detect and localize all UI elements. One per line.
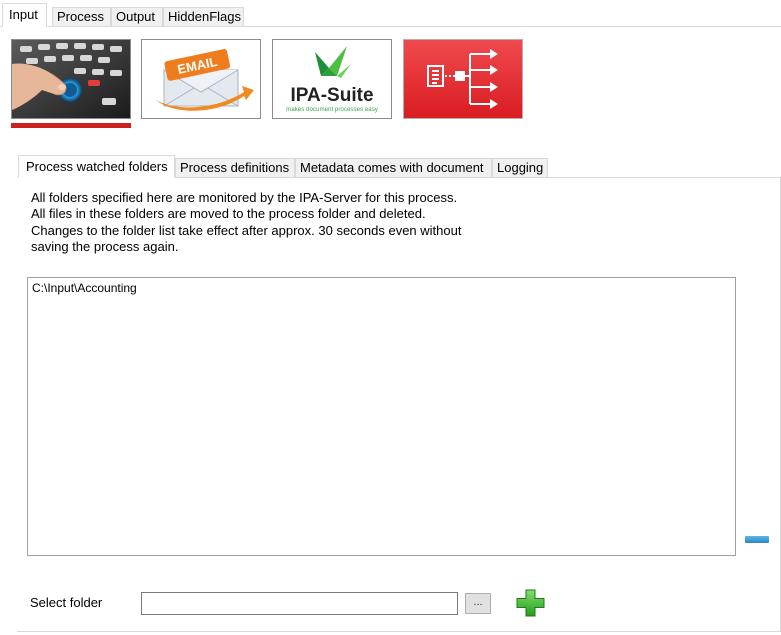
remove-folder-button[interactable] bbox=[745, 536, 769, 543]
ipa-suite-tagline: makes document processes easy bbox=[286, 106, 379, 113]
scanner-keypad-icon bbox=[12, 40, 130, 118]
tab-process-watched-folders[interactable]: Process watched folders bbox=[18, 155, 175, 178]
select-folder-label: Select folder bbox=[30, 595, 103, 610]
ipa-suite-logo-icon: IPA-Suite makes document processes easy bbox=[273, 40, 391, 118]
tab-metadata-comes-with-document[interactable]: Metadata comes with document bbox=[295, 158, 492, 178]
process-input-panel: Input Process Output HiddenFlags EMAIL I… bbox=[0, 0, 781, 635]
tab-process-definitions[interactable]: Process definitions bbox=[175, 158, 295, 178]
description-line: All files in these folders are moved to … bbox=[31, 206, 426, 222]
watched-folder-list[interactable]: C:\Input\Accounting bbox=[27, 277, 736, 556]
plus-icon bbox=[516, 589, 545, 617]
tab-hidden-flags[interactable]: HiddenFlags bbox=[163, 7, 244, 27]
tab-output[interactable]: Output bbox=[111, 7, 163, 27]
email-envelope-icon: EMAIL bbox=[142, 40, 260, 118]
ipa-suite-word: IPA-Suite bbox=[290, 85, 373, 106]
description-line: saving the process again. bbox=[31, 238, 179, 254]
inner-tab-strip: Process watched folders Process definiti… bbox=[17, 155, 781, 179]
description-line: All folders specified here are monitored… bbox=[31, 190, 458, 205]
source-scanner-button[interactable] bbox=[11, 39, 131, 119]
browse-folder-button[interactable]: ... bbox=[465, 593, 491, 614]
tab-process[interactable]: Process bbox=[52, 7, 111, 27]
add-folder-button[interactable] bbox=[514, 588, 547, 618]
watched-folders-description: All folders specified here are monitored… bbox=[31, 190, 551, 255]
workflow-branch-icon bbox=[404, 40, 522, 118]
description-line: Changes to the folder list take effect a… bbox=[31, 222, 462, 238]
tab-input[interactable]: Input bbox=[2, 3, 47, 27]
list-item[interactable]: C:\Input\Accounting bbox=[32, 281, 731, 296]
source-email-button[interactable]: EMAIL bbox=[141, 39, 261, 119]
source-ipa-suite-button[interactable]: IPA-Suite makes document processes easy bbox=[272, 39, 392, 119]
select-folder-input[interactable] bbox=[141, 592, 458, 615]
tab-logging[interactable]: Logging bbox=[492, 158, 548, 178]
active-source-indicator bbox=[11, 123, 131, 128]
top-tab-strip: Input Process Output HiddenFlags bbox=[0, 0, 781, 27]
source-workflow-button[interactable] bbox=[403, 39, 523, 119]
